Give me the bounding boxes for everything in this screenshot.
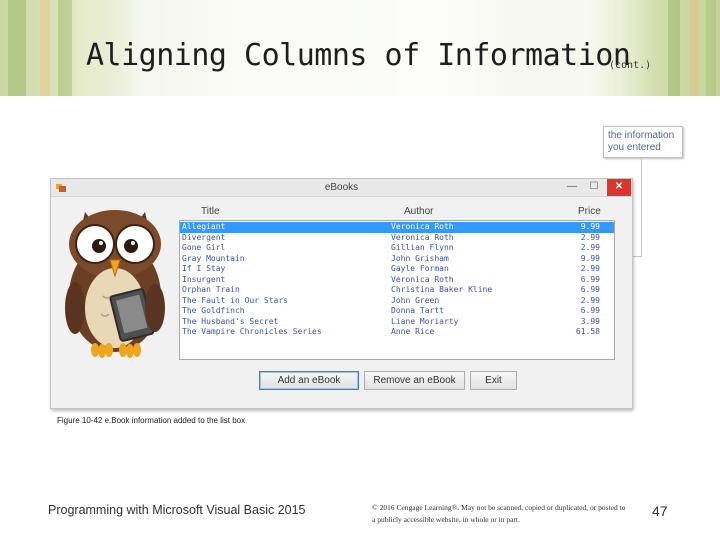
- list-item-price: 6.99: [580, 274, 600, 284]
- window-title: eBooks: [324, 182, 359, 193]
- list-item-author: John Grisham: [391, 253, 449, 263]
- list-item-price: 2.99: [580, 243, 600, 252]
- list-item-title: Divergent: [182, 232, 226, 242]
- list-item-title: If I Stay: [182, 264, 226, 273]
- close-button[interactable]: ✕: [607, 179, 631, 196]
- list-item[interactable]: Insurgent Veronica Roth 6.99: [180, 275, 614, 286]
- list-item-price: 3.99: [580, 316, 600, 326]
- column-header-price: Price: [578, 206, 601, 217]
- list-item-price: 9.99: [580, 253, 600, 263]
- footer-copyright: © 2016 Cengage Learning®. May not be sca…: [372, 503, 626, 524]
- list-item-author: Anne Rice: [391, 327, 435, 336]
- list-item[interactable]: If I Stay Gayle Forman 2.99: [180, 264, 614, 275]
- list-item[interactable]: The Vampire Chronicles Series Anne Rice 61…: [180, 327, 614, 338]
- list-item-title: Allegiant: [182, 222, 226, 231]
- list-item-author: Christina Baker Kline: [391, 285, 493, 294]
- list-item-title: The Goldfinch: [182, 306, 245, 315]
- maximize-button[interactable]: ☐: [585, 179, 603, 196]
- exit-button[interactable]: Exit: [470, 371, 517, 390]
- list-item-title: The Fault in Our Stars: [182, 295, 288, 305]
- list-item-title: Gone Girl: [182, 243, 226, 252]
- list-item-price: 6.99: [580, 306, 600, 315]
- list-item-author: Gillian Flynn: [391, 243, 454, 252]
- list-item-title: The Husband's Secret: [182, 316, 279, 326]
- list-item-author: Gayle Forman: [391, 264, 449, 273]
- list-item-author: Liane Moriarty: [391, 316, 459, 326]
- page-number: 47: [652, 503, 668, 519]
- list-item[interactable]: Gone Girl Gillian Flynn 2.99: [180, 243, 614, 254]
- list-item[interactable]: Gray Mountain John Grisham 9.99: [180, 254, 614, 265]
- list-item-price: 9.99: [580, 222, 600, 231]
- callout-line-2: you entered: [608, 142, 661, 153]
- list-item-title: The Vampire Chronicles Series: [182, 327, 322, 336]
- list-item-price: 61.58: [575, 327, 600, 336]
- list-item-author: Veronica Roth: [391, 274, 454, 284]
- list-item-author: Veronica Roth: [391, 232, 454, 242]
- list-item-price: 2.99: [580, 232, 600, 242]
- list-item-author: John Green: [391, 295, 440, 305]
- remove-ebook-button[interactable]: Remove an eBook: [364, 371, 465, 390]
- slide-title-suffix: (cont.): [609, 60, 652, 71]
- column-header-title: Title: [201, 206, 220, 217]
- list-item[interactable]: The Husband's Secret Liane Moriarty 3.99: [180, 317, 614, 328]
- list-item-price: 2.99: [580, 295, 600, 305]
- list-item[interactable]: The Goldfinch Donna Tartt 6.99: [180, 306, 614, 317]
- callout-connector-vertical: [641, 158, 642, 256]
- list-item[interactable]: Allegiant Veronica Roth 9.99: [180, 222, 614, 233]
- callout-line-1: the information: [608, 130, 675, 141]
- list-item-title: Orphan Train: [182, 285, 240, 294]
- list-item[interactable]: The Fault in Our Stars John Green 2.99: [180, 296, 614, 307]
- list-item-title: Gray Mountain: [182, 253, 245, 263]
- list-item-price: 6.99: [580, 285, 600, 294]
- owl-mascot-icon: [65, 210, 165, 358]
- list-item[interactable]: Orphan Train Christina Baker Kline 6.99: [180, 285, 614, 296]
- list-item-price: 2.99: [580, 264, 600, 273]
- callout-box: the information you entered: [603, 126, 683, 158]
- figure-caption: Figure 10-42 e.Book information added to…: [57, 416, 246, 425]
- minimize-button[interactable]: —: [563, 179, 581, 196]
- list-item-author: Veronica Roth: [391, 222, 454, 231]
- list-item[interactable]: Divergent Veronica Roth 2.99: [180, 233, 614, 244]
- window-titlebar[interactable]: eBooks — ☐ ✕: [51, 179, 632, 197]
- footer-course-title: Programming with Microsoft Visual Basic …: [48, 503, 306, 517]
- ebook-listbox[interactable]: Allegiant Veronica Roth 9.99 Divergent Veron…: [179, 220, 615, 360]
- list-item-title: Insurgent: [182, 274, 226, 284]
- column-header-author: Author: [404, 206, 434, 217]
- slide-title: Aligning Columns of Information: [86, 38, 631, 73]
- list-item-author: Donna Tartt: [391, 306, 444, 315]
- add-ebook-button[interactable]: Add an eBook: [259, 371, 359, 390]
